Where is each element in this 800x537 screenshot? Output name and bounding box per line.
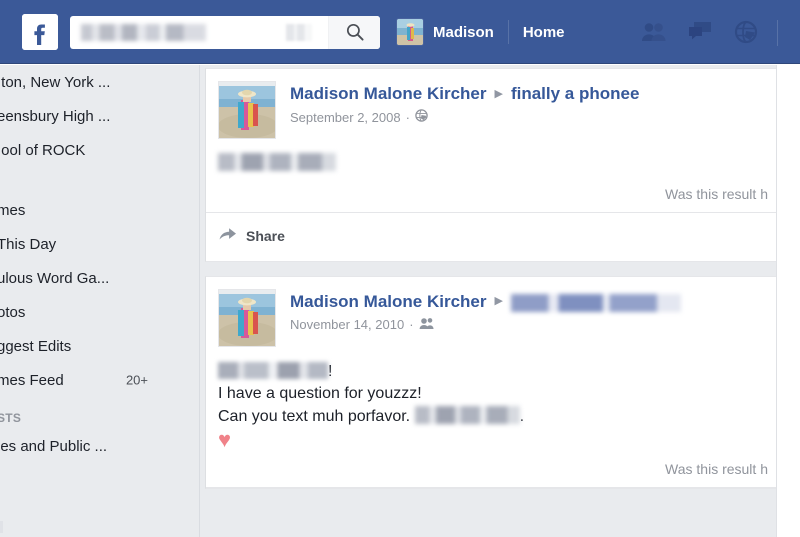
result-feedback-prompt[interactable]: Was this result h bbox=[665, 461, 768, 477]
post-date: November 14, 2010 bbox=[290, 317, 405, 333]
sidebar-item[interactable]: otos bbox=[0, 295, 200, 329]
navbar-end-divider bbox=[777, 20, 778, 46]
friend-requests-icon[interactable] bbox=[640, 18, 668, 46]
sidebar-item-label: eensbury High ... bbox=[0, 107, 111, 125]
sidebar-item-label: ıton, New York ... bbox=[0, 73, 111, 91]
globe-icon-glyph bbox=[734, 20, 758, 44]
sidebar-item[interactable]: ulous Word Ga... bbox=[0, 261, 200, 295]
sidebar-section-label: STS bbox=[0, 411, 22, 425]
post-avatar-image bbox=[219, 289, 275, 346]
avatar[interactable] bbox=[396, 18, 424, 46]
search-results-feed: Madison Malone Kircher ▶ finally a phone… bbox=[200, 65, 800, 537]
post-author-avatar[interactable] bbox=[218, 81, 276, 139]
messages-icon-glyph bbox=[689, 22, 711, 40]
sidebar-item-label: ıool of ROCK bbox=[0, 141, 86, 159]
sidebar-item-games-feed[interactable]: mes Feed 20+ bbox=[0, 363, 200, 397]
facebook-search-results-page: Madison Home ıton, New York ... eensbury… bbox=[0, 0, 800, 537]
sidebar-item-label: mes Feed bbox=[0, 371, 64, 389]
messages-icon[interactable] bbox=[686, 18, 714, 46]
post-body-redacted-text bbox=[218, 153, 336, 171]
post-target-link-redacted[interactable] bbox=[510, 293, 681, 312]
facebook-f-logo[interactable] bbox=[22, 14, 58, 50]
friends-icon[interactable] bbox=[419, 317, 434, 333]
share-button[interactable]: Share bbox=[218, 213, 768, 261]
profile-thumbnail-image bbox=[397, 19, 423, 45]
search-input[interactable] bbox=[81, 23, 206, 41]
sidebar-item-label: mes bbox=[0, 201, 26, 219]
sidebar-item[interactable]: ggest Edits bbox=[0, 329, 200, 363]
post-author-avatar[interactable] bbox=[218, 288, 276, 347]
navbar-divider bbox=[507, 20, 509, 44]
caret-right-icon: ▶ bbox=[494, 295, 503, 308]
friends-icon-glyph bbox=[642, 23, 666, 41]
sidebar-section-header: STS bbox=[0, 397, 200, 429]
facebook-f-logo-glyph bbox=[22, 14, 58, 50]
result-feedback-row: Was this result h bbox=[218, 176, 768, 212]
meta-separator: · bbox=[409, 317, 414, 333]
post-target-link[interactable]: finally a phonee bbox=[511, 84, 639, 104]
post-header: Madison Malone Kircher ▶ finally a phone… bbox=[218, 81, 768, 139]
post-body-suffix: . bbox=[519, 408, 525, 426]
navbar-icon-group bbox=[640, 0, 760, 64]
sidebar-item-label: jes and Public ... bbox=[0, 437, 108, 455]
globe-public-icon-glyph bbox=[415, 109, 428, 122]
home-link[interactable]: Home bbox=[523, 24, 565, 41]
sidebar-item-badge: 20+ bbox=[125, 372, 148, 388]
sidebar-item[interactable]: ıton, New York ... bbox=[0, 65, 200, 99]
result-feedback-prompt[interactable]: Was this result h bbox=[665, 186, 768, 202]
search-input-redacted-text bbox=[81, 23, 206, 41]
sidebar-item-label: ulous Word Ga... bbox=[0, 269, 110, 287]
post-body bbox=[218, 153, 768, 176]
post-body-line: I have a question for youzzz! bbox=[218, 385, 422, 403]
post-author-link[interactable]: Madison Malone Kircher bbox=[290, 292, 486, 312]
caret-right-icon: ▶ bbox=[494, 87, 503, 100]
post-body-text: Can you text muh porfavor. bbox=[218, 408, 411, 426]
post-header: Madison Malone Kircher ▶ November 14, 20… bbox=[218, 288, 768, 347]
post-body-line: ! bbox=[218, 361, 768, 384]
search-button[interactable] bbox=[328, 15, 380, 49]
search-input-redacted-tail bbox=[286, 23, 312, 41]
feed-right-clip bbox=[776, 65, 800, 537]
result-feedback-row: Was this result h bbox=[218, 451, 768, 487]
post-body-line: Can you text muh porfavor. . bbox=[218, 406, 768, 429]
search-bar[interactable] bbox=[70, 15, 380, 49]
globe-public-icon[interactable] bbox=[415, 109, 428, 125]
post-body: ! I have a question for youzzz! Can you … bbox=[218, 361, 768, 451]
sidebar-item[interactable]: ıool of ROCK bbox=[0, 133, 200, 167]
post-divider bbox=[206, 486, 780, 488]
post-date: September 2, 2008 bbox=[290, 109, 401, 125]
post-card: Madison Malone Kircher ▶ November 14, 20… bbox=[205, 275, 781, 489]
sidebar-clipped-fragment bbox=[0, 521, 3, 533]
share-arrow-icon bbox=[218, 225, 237, 247]
profile-name-link[interactable]: Madison bbox=[433, 24, 494, 41]
post-title-row: Madison Malone Kircher ▶ bbox=[290, 292, 681, 312]
facebook-top-navbar: Madison Home bbox=[0, 0, 800, 64]
share-arrow-icon-glyph bbox=[219, 227, 236, 240]
share-label: Share bbox=[246, 227, 285, 244]
post-body-redacted-text bbox=[218, 361, 328, 379]
sidebar-item-label: ggest Edits bbox=[0, 337, 72, 355]
sidebar-item[interactable]: mes bbox=[0, 193, 200, 227]
sidebar-item[interactable]: jes and Public ... bbox=[0, 429, 200, 463]
search-icon bbox=[346, 23, 364, 41]
post-meta: September 2, 2008 · bbox=[290, 109, 639, 125]
meta-separator: · bbox=[405, 109, 410, 125]
sidebar-item-label: This Day bbox=[0, 235, 57, 253]
post-title-row: Madison Malone Kircher ▶ finally a phone… bbox=[290, 84, 639, 104]
sidebar-item[interactable]: eensbury High ... bbox=[0, 99, 200, 133]
post-avatar-image bbox=[219, 82, 275, 138]
sidebar-item[interactable]: This Day bbox=[0, 227, 200, 261]
left-sidebar: ıton, New York ... eensbury High ... ıoo… bbox=[0, 65, 200, 537]
post-body-suffix: ! bbox=[328, 362, 333, 380]
friends-icon-glyph bbox=[419, 317, 434, 329]
post-author-link[interactable]: Madison Malone Kircher bbox=[290, 84, 486, 104]
post-body-redacted-text bbox=[414, 406, 520, 425]
post-card: Madison Malone Kircher ▶ finally a phone… bbox=[205, 68, 781, 262]
post-meta: November 14, 2010 · bbox=[290, 317, 681, 333]
feed-card-gap bbox=[200, 262, 800, 276]
heart-emoji: ♥ bbox=[218, 426, 232, 452]
notifications-icon[interactable] bbox=[732, 18, 760, 46]
sidebar-item-label: otos bbox=[0, 303, 26, 321]
